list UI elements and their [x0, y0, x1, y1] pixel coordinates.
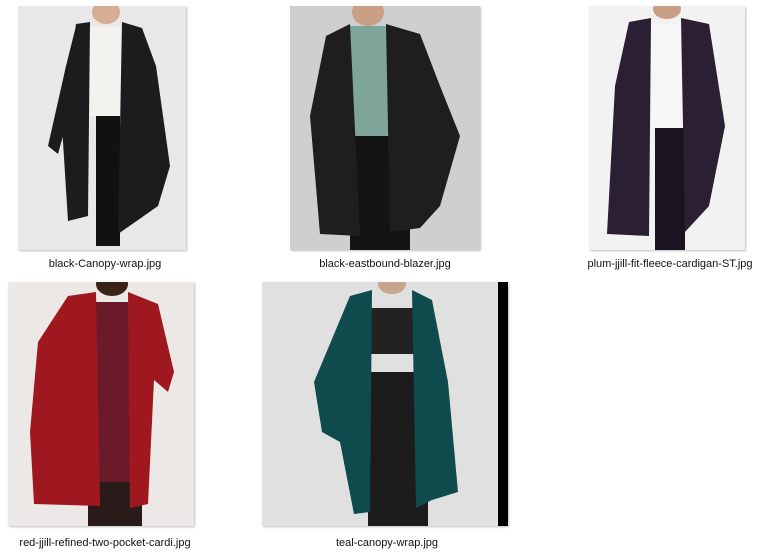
file-name: red-jjill-refined-two-pocket-cardi.jpg — [19, 537, 191, 549]
file-name: teal-canopy-wrap.jpg — [335, 537, 439, 549]
thumbnail-image[interactable] — [18, 6, 186, 250]
file-item[interactable]: black-Canopy-wrap.jpg — [10, 0, 200, 278]
file-item[interactable]: black-eastbound-blazer.jpg — [290, 0, 480, 278]
file-item[interactable]: teal-canopy-wrap.jpg — [262, 280, 512, 555]
file-name: black-eastbound-blazer.jpg — [319, 258, 451, 270]
person-figure-icon — [262, 282, 508, 526]
thumbnail-image[interactable] — [262, 282, 508, 526]
person-figure-icon — [8, 282, 194, 526]
file-name: plum-jjill-fit-fleece-cardigan-ST.jpg — [587, 258, 753, 270]
file-name: black-Canopy-wrap.jpg — [48, 258, 162, 270]
thumbnail-image[interactable] — [8, 282, 194, 526]
file-item[interactable]: plum-jjill-fit-fleece-cardigan-ST.jpg — [570, 0, 770, 278]
thumbnail-image[interactable] — [290, 6, 480, 250]
person-figure-icon — [290, 6, 480, 250]
person-figure-icon — [589, 6, 745, 250]
file-item[interactable]: red-jjill-refined-two-pocket-cardi.jpg — [0, 280, 210, 555]
thumbnail-image[interactable] — [589, 6, 745, 250]
person-figure-icon — [18, 6, 186, 250]
